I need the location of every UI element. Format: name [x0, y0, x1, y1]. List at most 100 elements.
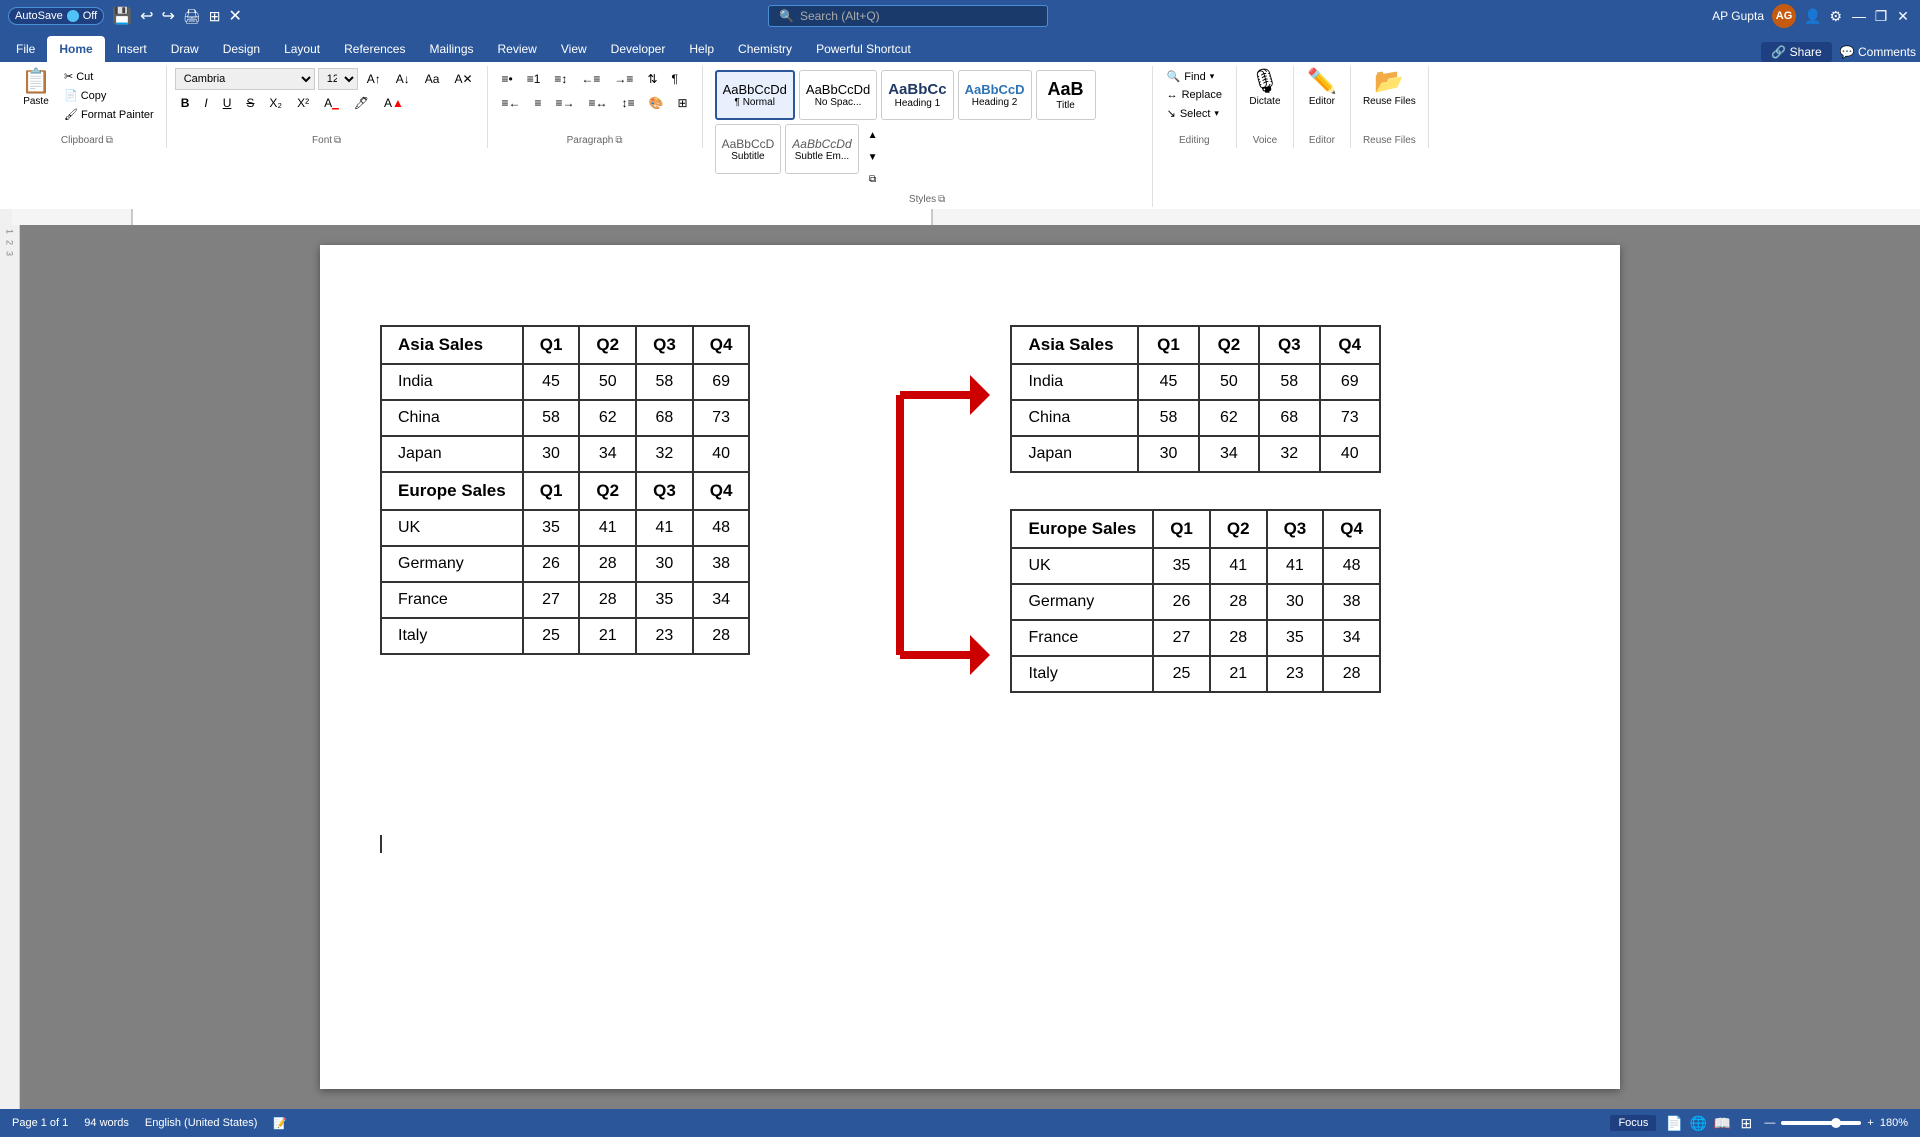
subscript-button[interactable]: X₂ [263, 92, 288, 114]
r-italy-q3: 23 [1267, 656, 1324, 692]
tab-design[interactable]: Design [211, 36, 272, 62]
increase-indent-button[interactable]: →≡ [608, 68, 639, 90]
search-bar[interactable]: 🔍 Search (Alt+Q) [768, 5, 1048, 27]
autosave-toggle[interactable]: AutoSave Off [8, 7, 104, 25]
share-button[interactable]: 🔗 Share [1761, 42, 1831, 62]
underline-button[interactable]: U [217, 92, 238, 114]
decrease-indent-button[interactable]: ←≡ [575, 68, 606, 90]
zoom-in-button[interactable]: + [1867, 1117, 1873, 1129]
tab-file[interactable]: File [4, 36, 47, 62]
font-expand-icon[interactable]: ⧉ [334, 135, 341, 146]
tab-draw[interactable]: Draw [159, 36, 211, 62]
avatar[interactable]: AG [1772, 4, 1796, 28]
styles-up-button[interactable]: ▲ [863, 124, 883, 146]
paste-button[interactable]: 📋 Paste [16, 68, 56, 109]
tab-insert[interactable]: Insert [105, 36, 159, 62]
font-grow-button[interactable]: A↑ [361, 68, 387, 90]
align-center-button[interactable]: ≡ [529, 92, 548, 114]
shading-button[interactable]: 🎨 [643, 92, 670, 114]
tab-review[interactable]: Review [486, 36, 549, 62]
text-cursor-area[interactable] [380, 835, 1560, 853]
web-layout-button[interactable]: 🌐 [1688, 1113, 1708, 1133]
sort-button[interactable]: ⇅ [641, 68, 663, 90]
clipboard-expand-icon[interactable]: ⧉ [106, 135, 113, 146]
focus-button[interactable]: Focus [1610, 1115, 1656, 1131]
tab-chemistry[interactable]: Chemistry [726, 36, 804, 62]
print-icon[interactable]: 🖨 [183, 8, 201, 25]
align-left-button[interactable]: ≡← [496, 92, 527, 114]
redo-icon[interactable]: ↪ [162, 6, 175, 26]
bold-button[interactable]: B [175, 92, 196, 114]
comments-button[interactable]: 💬 Comments [1840, 45, 1916, 59]
style-subtle-em[interactable]: AaBbCcDd Subtle Em... [785, 124, 858, 174]
page-marker-2: 2 [5, 240, 15, 245]
search-area: 🔍 Search (Alt+Q) [768, 5, 1048, 27]
paragraph-expand-icon[interactable]: ⧉ [615, 135, 622, 146]
borders-button[interactable]: ⊞ [672, 92, 694, 114]
tab-help[interactable]: Help [677, 36, 726, 62]
customize-icon[interactable]: ⊞ [209, 8, 221, 25]
style-subtitle[interactable]: AaBbCcD Subtitle [715, 124, 782, 174]
maximize-button[interactable]: ❐ [1872, 7, 1890, 25]
change-case-button[interactable]: Aa [419, 68, 446, 90]
text-color-button[interactable]: A▲ [378, 92, 410, 114]
numbering-button[interactable]: ≡1 [521, 68, 547, 90]
format-painter-button[interactable]: 🖌 Format Painter [60, 106, 158, 123]
font-shrink-button[interactable]: A↓ [390, 68, 416, 90]
superscript-button[interactable]: X² [291, 92, 315, 114]
doc-scroll[interactable]: Asia Sales Q1 Q2 Q3 Q4 India 45 50 58 69 [20, 225, 1920, 1109]
align-right-button[interactable]: ≡→ [550, 92, 581, 114]
justify-button[interactable]: ≡↔ [583, 92, 614, 114]
print-layout-button[interactable]: 📄 [1664, 1113, 1684, 1133]
tab-references[interactable]: References [332, 36, 417, 62]
bullets-button[interactable]: ≡• [496, 68, 519, 90]
style-title[interactable]: AaB Title [1036, 70, 1096, 120]
close-icon[interactable]: ✕ [228, 6, 241, 26]
styles-scroll-controls: ▲ ▼ ⧉ [863, 124, 883, 190]
save-icon[interactable]: 💾 [112, 6, 132, 26]
undo-icon[interactable]: ↩ [140, 6, 153, 26]
select-button[interactable]: ↘ Select ▾ [1161, 105, 1228, 122]
font-color-button[interactable]: A_ [318, 92, 345, 114]
tab-view[interactable]: View [549, 36, 599, 62]
tab-powerful-shortcut[interactable]: Powerful Shortcut [804, 36, 923, 62]
highlight-button[interactable]: 🖊 [348, 92, 375, 114]
show-marks-button[interactable]: ¶ [666, 68, 684, 90]
close-window-button[interactable]: ✕ [1894, 7, 1912, 25]
minimize-button[interactable]: — [1850, 7, 1868, 25]
copy-button[interactable]: 📄 Copy [60, 87, 158, 104]
styles-expand-icon[interactable]: ⧉ [938, 194, 945, 205]
focus-view-button[interactable]: ⊞ [1736, 1113, 1756, 1133]
germany-label: Germany [381, 546, 523, 582]
editor-button[interactable]: ✏️ Editor [1302, 68, 1342, 109]
zoom-out-button[interactable]: — [1764, 1117, 1775, 1129]
font-family-select[interactable]: Cambria [175, 68, 315, 90]
font-size-select[interactable]: 12 [318, 68, 358, 90]
zoom-slider[interactable] [1781, 1121, 1861, 1125]
asia-header-q4: Q4 [693, 326, 750, 364]
style-no-spacing[interactable]: AaBbCcDd No Spac... [799, 70, 877, 120]
editing-buttons: 🔍 Find ▾ ↔ Replace ↘ Select ▾ [1161, 68, 1228, 122]
cut-button[interactable]: ✂ Cut [60, 68, 158, 85]
styles-expand-button[interactable]: ⧉ [863, 168, 883, 190]
replace-button[interactable]: ↔ Replace [1161, 87, 1228, 103]
settings-icon[interactable]: ⚙ [1829, 8, 1842, 25]
dictate-button[interactable]: 🎙 Dictate [1245, 68, 1285, 109]
styles-down-button[interactable]: ▼ [863, 146, 883, 168]
find-button[interactable]: 🔍 Find ▾ [1161, 68, 1228, 85]
tab-layout[interactable]: Layout [272, 36, 332, 62]
tab-developer[interactable]: Developer [599, 36, 678, 62]
multilevel-button[interactable]: ≡↕ [548, 68, 573, 90]
strikethrough-button[interactable]: S [240, 92, 260, 114]
style-heading2[interactable]: AaBbCcD Heading 2 [958, 70, 1032, 120]
tab-mailings[interactable]: Mailings [417, 36, 485, 62]
clear-format-button[interactable]: A✕ [448, 68, 478, 90]
style-heading1[interactable]: AaBbCc Heading 1 [881, 70, 953, 120]
tab-home[interactable]: Home [47, 36, 104, 62]
italic-button[interactable]: I [198, 92, 213, 114]
profile-icon[interactable]: 👤 [1804, 8, 1821, 25]
reuse-files-button[interactable]: 📂 Reuse Files [1359, 68, 1420, 109]
line-spacing-button[interactable]: ↕≡ [616, 92, 641, 114]
read-mode-button[interactable]: 📖 [1712, 1113, 1732, 1133]
style-normal[interactable]: AaBbCcDd ¶ Normal [715, 70, 795, 120]
